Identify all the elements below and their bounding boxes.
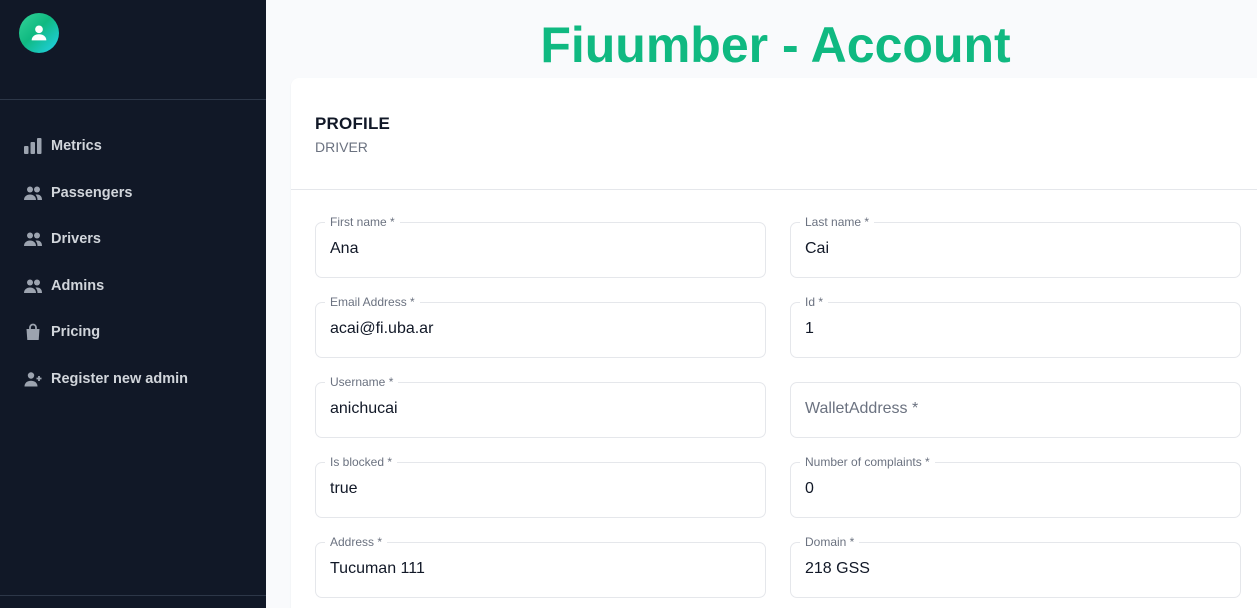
address-input[interactable] xyxy=(330,560,750,578)
sidebar-item-metrics[interactable]: Metrics xyxy=(0,123,266,170)
is-blocked-label: Is blocked * xyxy=(325,455,398,469)
main-content: Fiuumber - Account PROFILE DRIVER First … xyxy=(266,0,1257,608)
first-name-field[interactable]: First name * xyxy=(315,215,766,278)
sidebar-item-label: Register new admin xyxy=(51,370,188,387)
is-blocked-input[interactable] xyxy=(330,480,750,498)
sidebar-item-label: Metrics xyxy=(51,138,102,155)
users-icon xyxy=(23,229,43,249)
user-add-icon xyxy=(23,369,43,389)
app: Metrics Passengers Drivers Admins Pricin… xyxy=(0,0,1257,608)
complaints-field[interactable]: Number of complaints * xyxy=(790,455,1241,518)
sidebar-divider xyxy=(0,595,266,596)
sidebar-item-label: Admins xyxy=(51,277,105,294)
email-input[interactable] xyxy=(330,320,750,338)
username-input[interactable] xyxy=(330,400,750,418)
users-icon xyxy=(23,183,43,203)
sidebar-item-pricing[interactable]: Pricing xyxy=(0,309,266,356)
shopping-bag-icon xyxy=(23,322,43,342)
wallet-address-field[interactable] xyxy=(790,382,1241,438)
domain-field[interactable]: Domain * xyxy=(790,535,1241,598)
profile-card: PROFILE DRIVER First name * Last name * … xyxy=(291,78,1257,608)
sidebar-item-label: Passengers xyxy=(51,184,133,201)
sidebar-item-drivers[interactable]: Drivers xyxy=(0,216,266,263)
complaints-input[interactable] xyxy=(805,480,1225,498)
profile-role: DRIVER xyxy=(315,139,368,155)
username-field[interactable]: Username * xyxy=(315,375,766,438)
sidebar-item-register-new-admin[interactable]: Register new admin xyxy=(0,356,266,403)
id-input[interactable] xyxy=(805,320,1225,338)
page-title: Fiuumber - Account xyxy=(540,17,1011,73)
user-icon xyxy=(31,25,47,41)
profile-card-header: PROFILE DRIVER xyxy=(291,78,1257,190)
users-icon xyxy=(23,276,43,296)
profile-title: PROFILE xyxy=(315,114,391,133)
id-label: Id * xyxy=(800,295,829,309)
username-label: Username * xyxy=(325,375,399,389)
last-name-label: Last name * xyxy=(800,215,875,229)
is-blocked-field[interactable]: Is blocked * xyxy=(315,455,766,518)
wallet-address-input[interactable] xyxy=(805,400,1225,418)
domain-label: Domain * xyxy=(800,535,860,549)
sidebar-item-label: Drivers xyxy=(51,231,101,248)
sidebar-nav: Metrics Passengers Drivers Admins Pricin… xyxy=(0,100,266,402)
sidebar-item-label: Pricing xyxy=(51,324,101,341)
sidebar-item-passengers[interactable]: Passengers xyxy=(0,170,266,217)
address-field[interactable]: Address * xyxy=(315,535,766,598)
sidebar-item-admins[interactable]: Admins xyxy=(0,263,266,310)
last-name-input[interactable] xyxy=(805,240,1225,258)
account-avatar[interactable] xyxy=(19,13,59,53)
sidebar-header xyxy=(0,0,266,100)
first-name-input[interactable] xyxy=(330,240,750,258)
first-name-label: First name * xyxy=(325,215,400,229)
address-label: Address * xyxy=(325,535,388,549)
last-name-field[interactable]: Last name * xyxy=(790,215,1241,278)
sidebar: Metrics Passengers Drivers Admins Pricin… xyxy=(0,0,266,608)
id-field[interactable]: Id * xyxy=(790,295,1241,358)
bar-chart-icon xyxy=(23,136,43,156)
complaints-label: Number of complaints * xyxy=(800,455,935,469)
email-field[interactable]: Email Address * xyxy=(315,295,766,358)
email-label: Email Address * xyxy=(325,295,420,309)
domain-input[interactable] xyxy=(805,560,1225,578)
